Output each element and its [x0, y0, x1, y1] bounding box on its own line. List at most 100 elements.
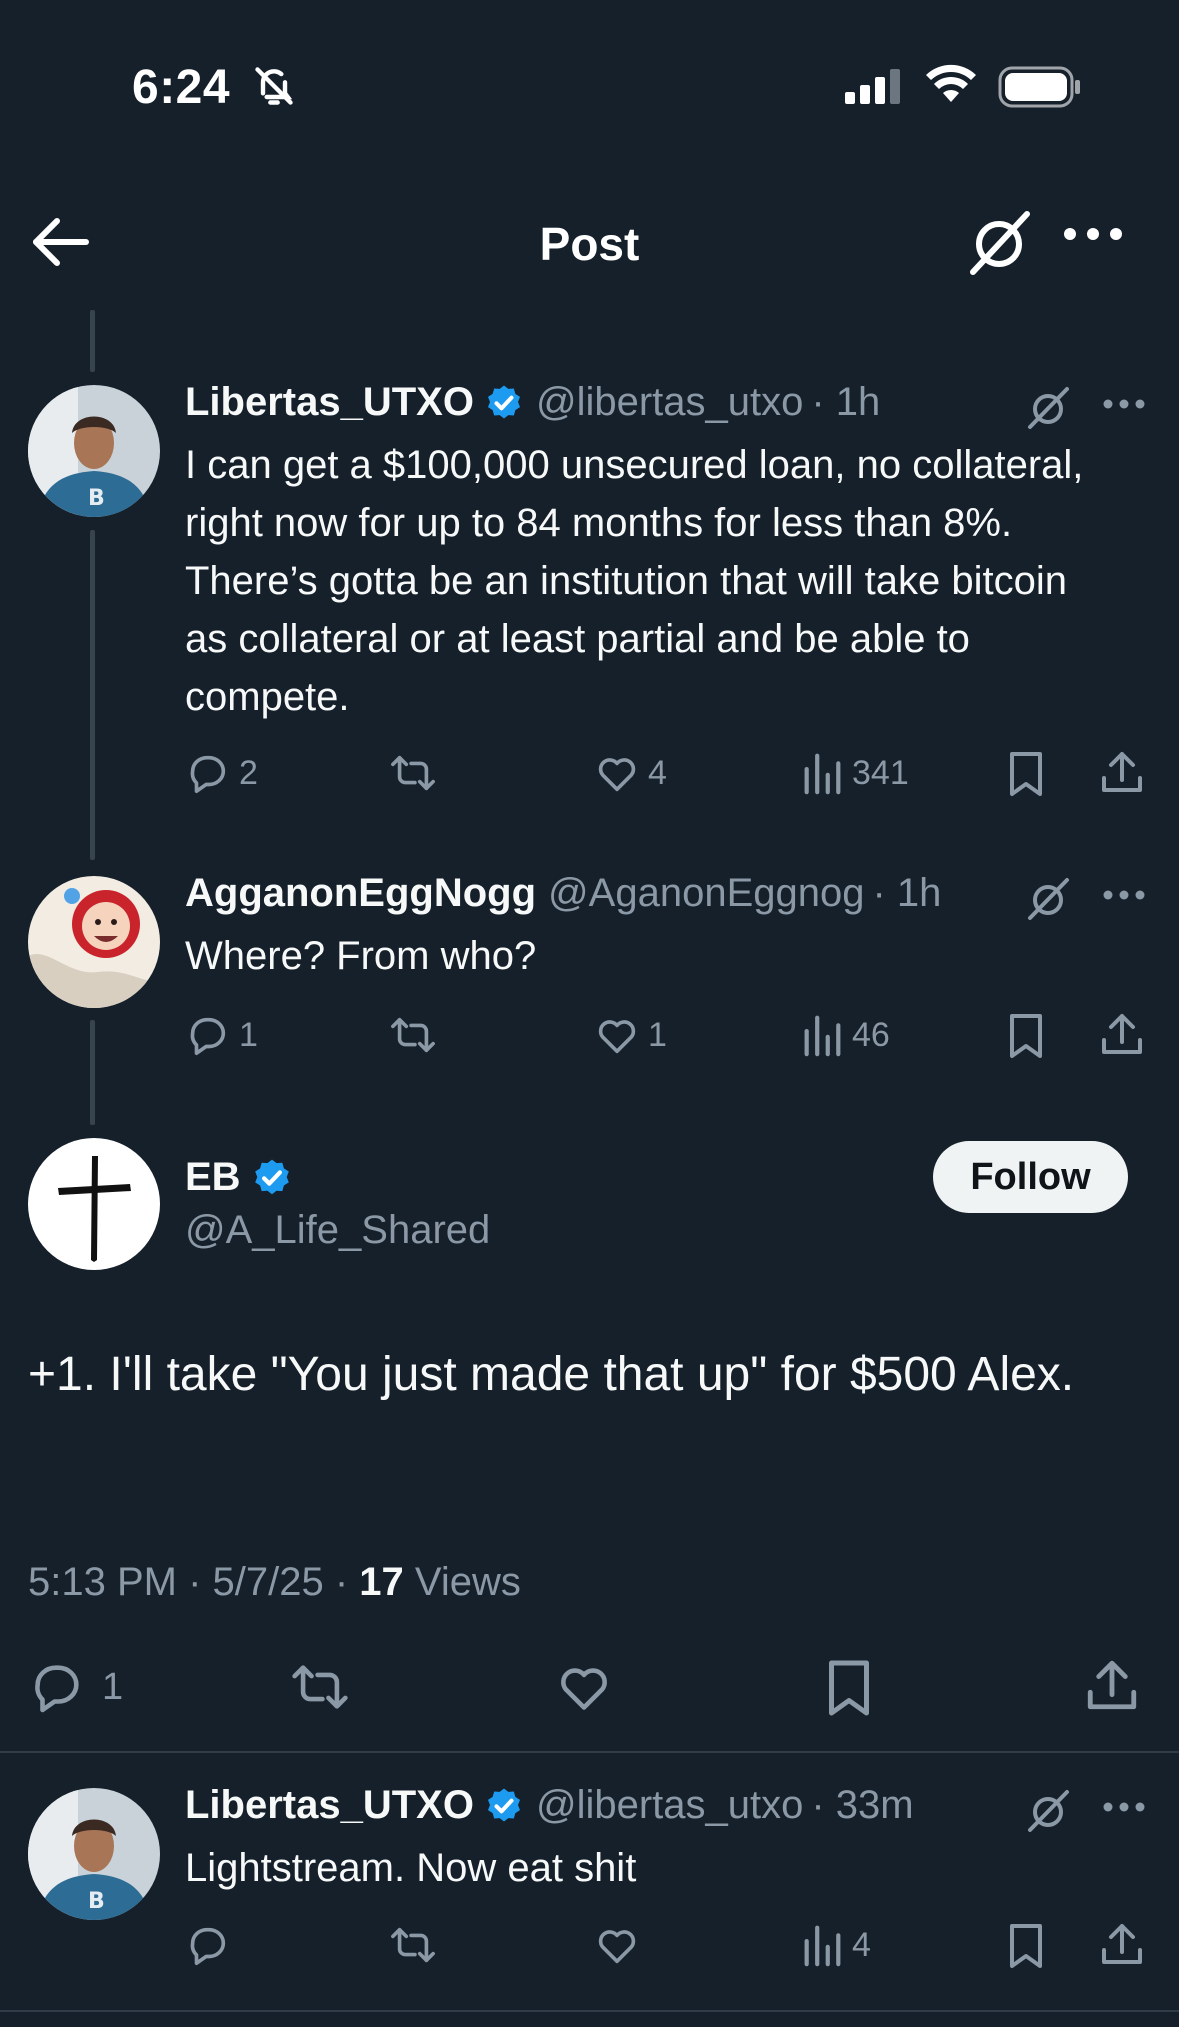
thread-line: [90, 530, 95, 860]
bookmark-button[interactable]: [1005, 750, 1047, 798]
retweet-button[interactable]: [288, 1658, 352, 1716]
heart-icon: [598, 758, 636, 792]
username[interactable]: EB: [185, 1155, 241, 1200]
reply-icon: [190, 1017, 226, 1056]
author-name-row: EB: [185, 1155, 293, 1200]
svg-text:B: B: [88, 486, 105, 511]
verified-badge-icon: [484, 383, 524, 423]
views-chart-icon: [804, 1015, 841, 1057]
heart-icon: [561, 1668, 607, 1710]
retweet-icon: [391, 1017, 435, 1053]
tweet-header: AgganonEggNogg @AganonEggnog · 1h: [185, 871, 941, 916]
views-button[interactable]: 341: [800, 750, 909, 796]
more-options-icon[interactable]: [1063, 227, 1123, 241]
username[interactable]: Libertas_UTXO: [185, 380, 474, 425]
divider: [0, 1751, 1179, 1753]
handle[interactable]: @AganonEggnog: [548, 871, 864, 916]
tweet-header: Libertas_UTXO @libertas_utxo · 1h: [185, 380, 880, 425]
grok-icon[interactable]: [965, 208, 1033, 276]
share-icon: [1102, 1924, 1142, 1964]
post-text: +1. I'll take "You just made that up" fo…: [28, 1348, 1075, 1401]
cellular-signal-icon: [845, 68, 903, 104]
retweet-button[interactable]: [387, 1012, 439, 1058]
svg-text:B: B: [88, 1889, 105, 1914]
bell-muted-icon: [252, 64, 296, 108]
grok-icon[interactable]: [1025, 385, 1071, 431]
view-count: 341: [852, 753, 909, 792]
bookmark-icon: [1010, 1924, 1042, 1968]
share-button[interactable]: [1098, 1010, 1146, 1058]
more-options-icon[interactable]: [1103, 399, 1145, 409]
tweet-text: Lightstream. Now eat shit: [185, 1846, 637, 1890]
share-icon: [1102, 752, 1142, 792]
reply-button[interactable]: 1: [185, 1012, 258, 1058]
heart-icon: [598, 1930, 636, 1964]
reply-button[interactable]: 2: [185, 750, 258, 796]
share-button[interactable]: [1098, 748, 1146, 796]
reply-count: 1: [239, 1015, 258, 1054]
username[interactable]: Libertas_UTXO: [185, 1783, 474, 1828]
reply-button[interactable]: [185, 1922, 231, 1968]
view-count: 46: [852, 1015, 890, 1054]
bookmark-button[interactable]: [1005, 1012, 1047, 1060]
share-button[interactable]: [1083, 1656, 1141, 1714]
views-chart-icon: [804, 753, 841, 795]
reply-count: 2: [239, 753, 258, 792]
more-options-icon[interactable]: [1103, 890, 1145, 900]
handle[interactable]: @libertas_utxo: [536, 1783, 803, 1828]
views-chart-icon: [804, 1925, 841, 1967]
avatar[interactable]: B: [28, 385, 160, 517]
retweet-button[interactable]: [387, 1922, 439, 1968]
bookmark-button[interactable]: [823, 1658, 875, 1718]
like-count: 1: [648, 1015, 667, 1054]
timestamp: · 33m: [811, 1783, 914, 1827]
bookmark-icon: [829, 1660, 869, 1716]
post-meta: 5:13 PM · 5/7/25 · 17 Views: [28, 1560, 521, 1605]
thread-line: [90, 1020, 95, 1125]
like-count: 4: [648, 753, 667, 792]
avatar[interactable]: [28, 1138, 160, 1270]
reply-button[interactable]: 1: [28, 1658, 123, 1716]
views-button[interactable]: 46: [800, 1012, 890, 1058]
grok-icon[interactable]: [1025, 1788, 1071, 1834]
share-icon: [1087, 1660, 1137, 1710]
verified-badge-icon: [251, 1157, 293, 1199]
like-button[interactable]: 1: [594, 1012, 667, 1058]
retweet-icon: [292, 1665, 348, 1709]
like-button[interactable]: [594, 1922, 640, 1968]
more-options-icon[interactable]: [1103, 1802, 1145, 1812]
status-time: 6:24: [132, 61, 231, 114]
views-button[interactable]: 4: [800, 1922, 871, 1968]
verified-badge-icon: [484, 1786, 524, 1826]
bookmark-icon: [1010, 1014, 1042, 1058]
post-timestamp[interactable]: 5:13 PM · 5/7/25 ·: [28, 1560, 359, 1604]
views-count: 17: [359, 1560, 404, 1604]
retweet-icon: [391, 755, 435, 791]
bookmark-button[interactable]: [1005, 1922, 1047, 1970]
wifi-icon: [925, 62, 977, 104]
avatar[interactable]: [28, 876, 160, 1008]
handle[interactable]: @libertas_utxo: [536, 380, 803, 425]
thread-line: [90, 310, 95, 372]
tweet-header: Libertas_UTXO @libertas_utxo · 33m: [185, 1783, 914, 1828]
heart-icon: [598, 1020, 636, 1054]
divider: [0, 2010, 1179, 2012]
retweet-button[interactable]: [387, 750, 439, 796]
avatar[interactable]: B: [28, 1788, 160, 1920]
tweet-text: I can get a $100,000 unsecured loan, no …: [185, 443, 1084, 719]
share-icon: [1102, 1014, 1142, 1054]
username[interactable]: AgganonEggNogg: [185, 871, 536, 916]
like-button[interactable]: [555, 1658, 613, 1716]
timestamp: · 1h: [811, 380, 881, 424]
retweet-icon: [391, 1927, 435, 1963]
follow-button[interactable]: Follow: [933, 1141, 1128, 1213]
battery-icon: [998, 66, 1082, 108]
reply-icon: [190, 755, 226, 794]
views-label: Views: [403, 1560, 521, 1604]
share-button[interactable]: [1098, 1920, 1146, 1968]
handle[interactable]: @A_Life_Shared: [185, 1208, 490, 1253]
reply-icon: [190, 1927, 226, 1966]
like-button[interactable]: 4: [594, 750, 667, 796]
grok-icon[interactable]: [1025, 876, 1071, 922]
timestamp: · 1h: [872, 871, 942, 915]
